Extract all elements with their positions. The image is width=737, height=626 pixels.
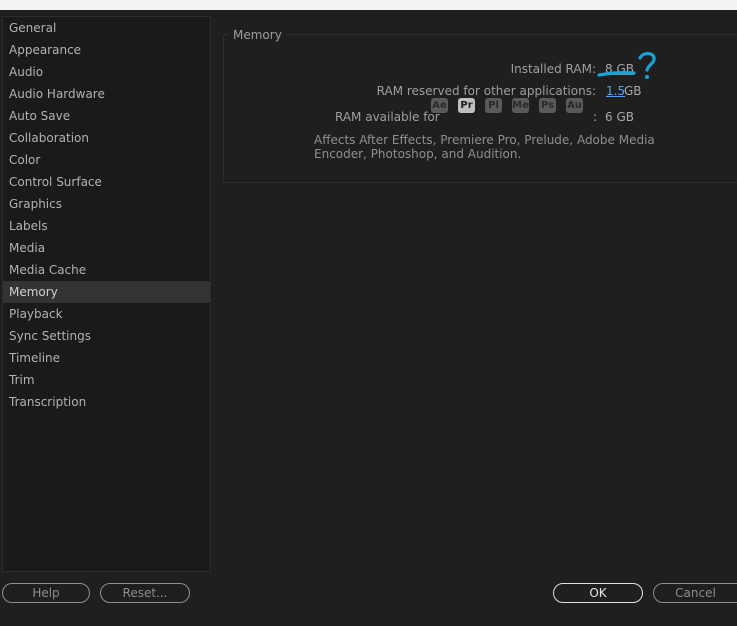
sidebar-item-playback[interactable]: Playback — [3, 303, 210, 325]
sidebar-item-media-cache[interactable]: Media Cache — [3, 259, 210, 281]
sidebar-item-color[interactable]: Color — [3, 149, 210, 171]
memory-group-title: Memory — [229, 28, 286, 42]
sidebar-item-labels[interactable]: Labels — [3, 215, 210, 237]
reserved-ram-label: RAM reserved for other applications: — [376, 84, 596, 98]
available-ram-separator: : — [593, 110, 598, 124]
sidebar-item-audio[interactable]: Audio — [3, 61, 210, 83]
after-effects-badge: Ae — [431, 98, 448, 113]
sidebar-item-graphics[interactable]: Graphics — [3, 193, 210, 215]
sidebar-item-sync-settings[interactable]: Sync Settings — [3, 325, 210, 347]
ok-button[interactable]: OK — [553, 583, 643, 603]
photoshop-badge: Ps — [539, 98, 556, 113]
window-top-strip — [0, 0, 737, 10]
reserved-ram-value[interactable]: 1.5 — [606, 84, 625, 98]
sidebar-item-control-surface[interactable]: Control Surface — [3, 171, 210, 193]
sidebar-item-audio-hardware[interactable]: Audio Hardware — [3, 83, 210, 105]
sidebar-item-general[interactable]: General — [3, 17, 210, 39]
premiere-pro-badge: Pr — [458, 98, 475, 113]
sidebar-item-media[interactable]: Media — [3, 237, 210, 259]
sidebar-item-appearance[interactable]: Appearance — [3, 39, 210, 61]
sidebar-item-trim[interactable]: Trim — [3, 369, 210, 391]
prelude-badge: Pl — [485, 98, 502, 113]
sidebar-item-auto-save[interactable]: Auto Save — [3, 105, 210, 127]
reset-button[interactable]: Reset... — [100, 583, 190, 603]
reserved-ram-unit: GB — [624, 84, 642, 98]
audition-badge: Au — [566, 98, 583, 113]
help-button[interactable]: Help — [2, 583, 90, 603]
media-encoder-badge: Me — [512, 98, 529, 113]
available-ram-value: 6 GB — [605, 110, 634, 124]
sidebar-item-timeline[interactable]: Timeline — [3, 347, 210, 369]
question-mark-annotation — [597, 51, 656, 79]
memory-affects-note: Affects After Effects, Premiere Pro, Pre… — [314, 133, 655, 161]
cancel-button[interactable]: Cancel — [653, 583, 737, 603]
available-ram-label: RAM available for — [335, 110, 440, 124]
sidebar-item-memory[interactable]: Memory — [3, 281, 210, 303]
sidebar-item-transcription[interactable]: Transcription — [3, 391, 210, 413]
preferences-sidebar: General Appearance Audio Audio Hardware … — [2, 16, 211, 572]
sidebar-item-collaboration[interactable]: Collaboration — [3, 127, 210, 149]
installed-ram-label: Installed RAM: — [510, 62, 596, 76]
